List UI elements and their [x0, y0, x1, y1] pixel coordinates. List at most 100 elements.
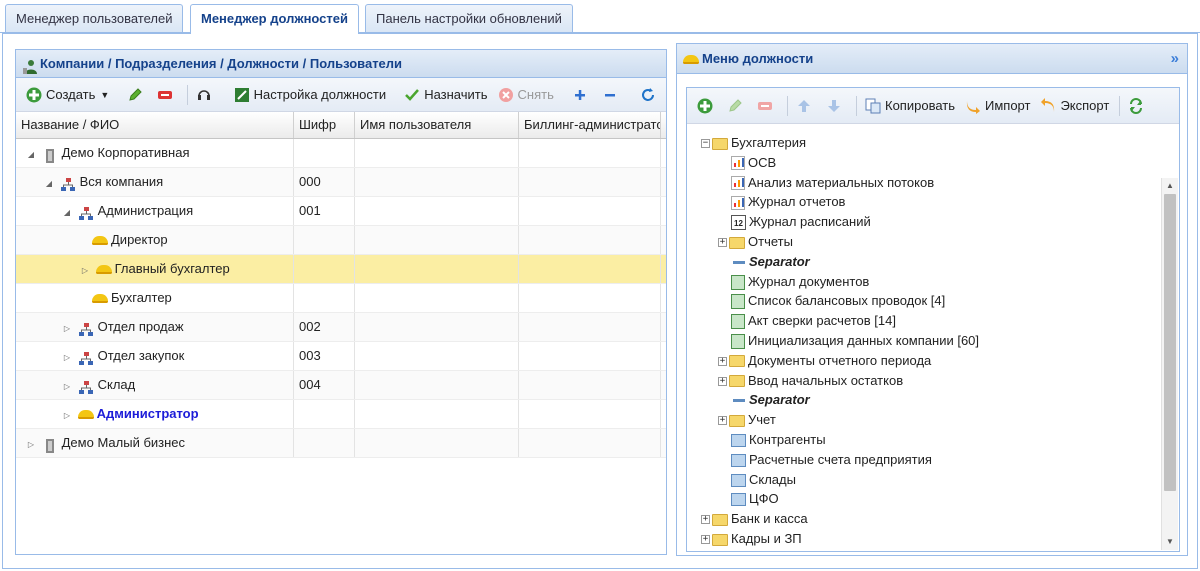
tree-item[interactable]: Журнал отчетов [687, 192, 1157, 212]
tree-folder[interactable]: + Отчеты [687, 232, 1157, 252]
delete-button[interactable] [153, 83, 181, 107]
expand-arrow-icon[interactable]: ▷ [62, 402, 72, 428]
tree-separator[interactable]: Separator [687, 252, 1157, 272]
tree-item[interactable]: ЦФО [687, 489, 1157, 509]
org-structure-icon [60, 175, 76, 191]
expand-arrow-icon[interactable]: ▷ [26, 431, 36, 457]
tab-position-manager[interactable]: Менеджер должностей [190, 4, 360, 34]
tree-folder[interactable]: + Ввод начальных остатков [687, 371, 1157, 391]
table-row[interactable]: ▷ Отдел продаж 002 [16, 313, 666, 342]
expand-icon[interactable]: + [718, 376, 727, 386]
remove-button[interactable]: Снять [494, 83, 558, 107]
expand-icon[interactable]: + [718, 356, 727, 366]
export-button[interactable]: Экспорт [1036, 94, 1113, 118]
scroll-down-icon[interactable]: ▼ [1162, 534, 1178, 550]
grid-header: Название / ФИО Шифр Имя пользователя Бил… [16, 112, 666, 139]
tree-folder[interactable]: + Документы отчетного периода [687, 351, 1157, 371]
table-row[interactable]: ◢ Администрация 001 [16, 197, 666, 226]
position-settings-button[interactable]: Настройка должности [230, 83, 391, 107]
table-row[interactable]: ▷ Отдел закупок 003 [16, 342, 666, 371]
copy-button[interactable]: Копировать [861, 94, 959, 118]
tab-update-settings[interactable]: Панель настройки обновлений [365, 4, 573, 33]
expand-arrow-icon[interactable]: ▷ [62, 315, 72, 341]
companies-panel: Компании / Подразделения / Должности / П… [15, 49, 667, 555]
expand-arrow-icon[interactable]: ▷ [62, 344, 72, 370]
tree-item[interactable]: Акт сверки расчетов [14] [687, 311, 1157, 331]
table-row[interactable]: ▷ Администратор [16, 400, 666, 429]
tree-scrollbar[interactable]: ▲ ▼ [1161, 178, 1178, 550]
assign-button[interactable]: Назначить [400, 83, 491, 107]
tree-item[interactable]: Список балансовых проводок [4] [687, 291, 1157, 311]
expand-icon[interactable]: + [718, 416, 727, 426]
collapse-arrow-icon[interactable]: ◢ [62, 199, 72, 225]
dropdown-arrow-icon: ▼ [100, 89, 110, 100]
hardhat-icon [92, 236, 108, 246]
col-name-header[interactable]: Название / ФИО [16, 112, 294, 138]
tree-separator[interactable]: Separator [687, 390, 1157, 410]
edit-button[interactable] [123, 83, 151, 107]
scroll-up-icon[interactable]: ▲ [1162, 178, 1178, 194]
org-structure-icon [78, 378, 94, 394]
document-journal-icon [731, 294, 745, 310]
cancel-icon [498, 87, 514, 103]
move-down-button[interactable] [822, 94, 850, 118]
table-row-selected[interactable]: ▷ Главный бухгалтер [16, 255, 666, 284]
expand-icon[interactable]: + [701, 535, 710, 544]
delete-menu-item-button[interactable] [753, 94, 781, 118]
tree-item[interactable]: Расчетные счета предприятия [687, 450, 1157, 470]
tree-folder[interactable]: − Бухгалтерия [687, 133, 1157, 153]
expand-button[interactable] [568, 83, 596, 107]
edit-menu-item-button[interactable] [723, 94, 751, 118]
import-button[interactable]: Импорт [961, 94, 1034, 118]
expand-arrow-icon[interactable]: ▷ [62, 373, 72, 399]
refresh-icon [640, 87, 656, 103]
table-row[interactable]: ▷ Склад 004 [16, 371, 666, 400]
import-label: Импорт [985, 98, 1031, 113]
scroll-thumb[interactable] [1164, 194, 1176, 491]
move-up-button[interactable] [792, 94, 820, 118]
pencil-icon [727, 98, 743, 114]
tree-item[interactable]: Журнал документов [687, 272, 1157, 292]
import-icon [965, 98, 981, 114]
tab-user-manager[interactable]: Менеджер пользователей [5, 4, 184, 33]
tree-item[interactable]: Склады [687, 470, 1157, 490]
collapse-icon[interactable]: − [701, 139, 710, 149]
collapse-arrow-icon[interactable]: ◢ [44, 170, 54, 196]
col-billing-header[interactable]: Биллинг-администратор [519, 112, 661, 138]
grid-body: ◢ Демо Корпоративная ◢ Вся компания 000 … [16, 139, 666, 458]
table-row[interactable]: ▷ Демо Малый бизнес [16, 429, 666, 458]
collapse-panel-icon[interactable]: » [1171, 44, 1179, 74]
collapse-button[interactable] [598, 83, 626, 107]
tree-item[interactable]: Контрагенты [687, 430, 1157, 450]
tree-item[interactable]: ОСВ [687, 153, 1157, 173]
tree-item[interactable]: 12 Журнал расписаний [687, 212, 1157, 232]
create-button[interactable]: Создать ▼ [22, 83, 113, 107]
collapse-arrow-icon[interactable]: ◢ [26, 141, 36, 167]
refresh-button[interactable] [636, 83, 664, 107]
expand-arrow-icon[interactable]: ▷ [80, 257, 90, 283]
expand-icon[interactable]: + [718, 238, 727, 248]
report-icon [731, 195, 745, 210]
org-structure-icon [78, 320, 94, 336]
assign-label: Назначить [424, 87, 488, 102]
menu-tree: − Бухгалтерия ОСВ Анализ материальных пот… [687, 125, 1157, 551]
table-row[interactable]: Директор [16, 226, 666, 255]
tree-folder[interactable]: + Учет [687, 410, 1157, 430]
document-journal-icon [731, 314, 745, 330]
tree-folder[interactable]: + Банк и касса [687, 509, 1157, 529]
col-username-header[interactable]: Имя пользователя [355, 112, 519, 138]
document-journal-icon [731, 274, 745, 290]
table-row[interactable]: ◢ Вся компания 000 [16, 168, 666, 197]
arrow-up-icon [796, 98, 812, 114]
expand-icon[interactable]: + [701, 515, 710, 525]
sync-button[interactable] [1124, 94, 1152, 118]
col-code-header[interactable]: Шифр [294, 112, 355, 138]
tree-folder[interactable]: + Кадры и ЗП [687, 529, 1157, 549]
table-row[interactable]: Бухгалтер [16, 284, 666, 313]
add-menu-item-button[interactable] [693, 94, 721, 118]
folder-icon [712, 137, 728, 150]
tree-item[interactable]: Инициализация данных компании [60] [687, 331, 1157, 351]
support-button[interactable] [192, 83, 220, 107]
tree-item[interactable]: Анализ материальных потоков [687, 173, 1157, 193]
table-row[interactable]: ◢ Демо Корпоративная [16, 139, 666, 168]
